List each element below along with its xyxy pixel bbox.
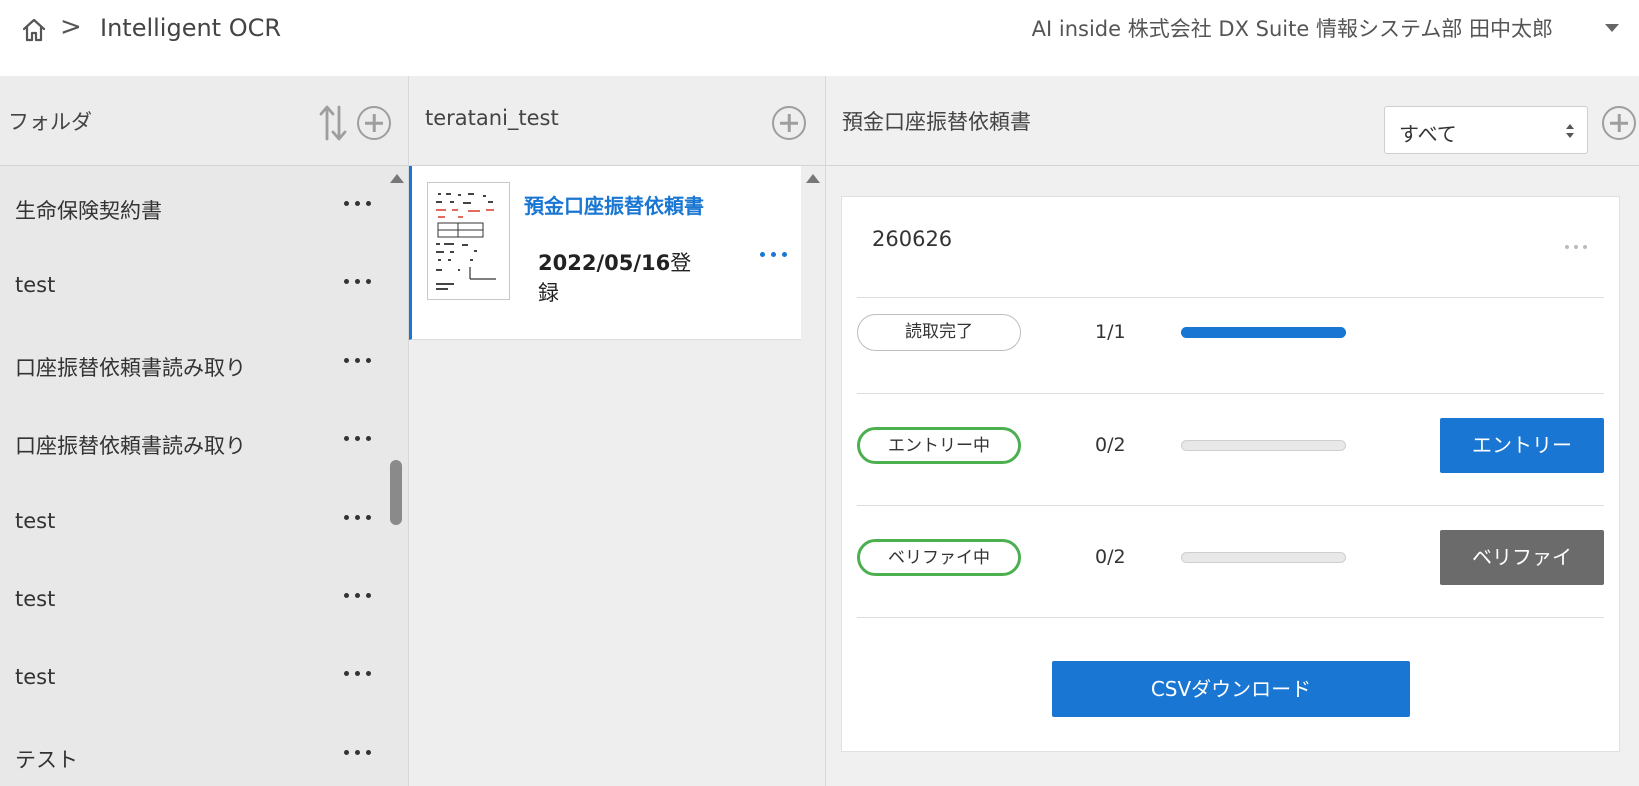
- status-row: 読取完了 1/1: [857, 302, 1604, 362]
- document-title[interactable]: 預金口座振替依頼書: [524, 190, 704, 219]
- folder-item[interactable]: test: [0, 249, 385, 327]
- folder-item[interactable]: 口座振替依頼書読み取り: [0, 328, 385, 406]
- document-thumbnail: [427, 182, 510, 300]
- user-info[interactable]: AI inside 株式会社 DX Suite 情報システム部 田中太郎: [1032, 13, 1553, 43]
- folder-column: フォルダ 生命保険契約書 test 口座振替依頼書読み取り 口座振替依頼書読み取り te…: [0, 76, 408, 786]
- folder-more-icon[interactable]: [344, 436, 371, 442]
- progress-bar-fill: [1181, 327, 1346, 338]
- divider: [857, 617, 1604, 618]
- page-title[interactable]: Intelligent OCR: [100, 14, 281, 42]
- divider: [857, 297, 1604, 298]
- folder-column-title: フォルダ: [8, 110, 92, 134]
- document-more-icon[interactable]: [760, 252, 787, 257]
- folder-label: test: [15, 665, 56, 690]
- status-row: ベリファイ中 0/2 ベリファイ: [857, 527, 1604, 587]
- status-badge: 読取完了: [857, 314, 1021, 351]
- caret-down-icon[interactable]: [1605, 24, 1619, 32]
- breadcrumb-separator: >: [60, 12, 82, 42]
- progress-bar: [1181, 327, 1346, 338]
- status-badge: ベリファイ中: [857, 539, 1021, 576]
- document-scrollbar[interactable]: [801, 166, 823, 786]
- status-row: エントリー中 0/2 エントリー: [857, 415, 1604, 475]
- document-date: 2022/05/16登録: [538, 248, 708, 308]
- status-filter-select[interactable]: すべて: [1384, 106, 1588, 154]
- folder-more-icon[interactable]: [344, 749, 371, 755]
- sort-icon[interactable]: [318, 104, 348, 142]
- folder-label: test: [15, 586, 56, 611]
- scroll-up-icon[interactable]: [390, 174, 404, 183]
- progress-bar: [1181, 552, 1346, 563]
- folder-more-icon[interactable]: [344, 592, 371, 598]
- folder-list: 生命保険契約書 test 口座振替依頼書読み取り 口座振替依頼書読み取り test tes…: [0, 166, 385, 786]
- folder-label: 口座振替依頼書読み取り: [15, 434, 246, 459]
- folder-label: テスト: [15, 747, 78, 772]
- csv-download-button[interactable]: CSVダウンロード: [1052, 661, 1410, 717]
- folder-label: test: [15, 508, 56, 533]
- folder-label: test: [15, 273, 56, 298]
- folder-item[interactable]: 生命保険契約書: [0, 171, 385, 249]
- folder-item[interactable]: test: [0, 485, 385, 563]
- folder-label: 口座振替依頼書読み取り: [15, 355, 246, 380]
- add-folder-button[interactable]: [357, 106, 391, 140]
- folder-more-icon[interactable]: [344, 514, 371, 520]
- folder-more-icon[interactable]: [344, 279, 371, 285]
- document-card[interactable]: 預金口座振替依頼書 2022/05/16登録: [409, 166, 801, 340]
- document-column-header: teratani_test: [409, 76, 825, 166]
- status-filter-value: すべて: [1399, 122, 1457, 146]
- folder-item[interactable]: test: [0, 563, 385, 641]
- folder-more-icon[interactable]: [344, 357, 371, 363]
- scroll-up-icon[interactable]: [806, 174, 820, 183]
- divider: [857, 505, 1604, 506]
- app-header: > Intelligent OCR AI inside 株式会社 DX Suit…: [0, 0, 1639, 76]
- folder-item[interactable]: 口座振替依頼書読み取り: [0, 406, 385, 484]
- add-job-button[interactable]: [1602, 106, 1636, 140]
- folder-item[interactable]: テスト: [0, 720, 385, 786]
- detail-column-header: 預金口座振替依頼書 すべて: [826, 76, 1639, 166]
- job-id: 260626: [872, 227, 953, 251]
- folder-scroll-thumb[interactable]: [390, 460, 402, 525]
- status-badge: エントリー中: [857, 427, 1021, 464]
- folder-scrollbar[interactable]: [385, 166, 407, 786]
- document-column-title: teratani_test: [425, 106, 559, 130]
- job-more-icon[interactable]: [1565, 245, 1587, 249]
- verify-button[interactable]: ベリファイ: [1440, 530, 1604, 585]
- folder-more-icon[interactable]: [344, 671, 371, 677]
- status-count: 0/2: [1095, 546, 1126, 568]
- select-arrows-icon: [1566, 124, 1574, 138]
- add-document-button[interactable]: [772, 106, 806, 140]
- entry-button[interactable]: エントリー: [1440, 418, 1604, 473]
- status-count: 0/2: [1095, 434, 1126, 456]
- divider: [857, 393, 1604, 394]
- home-icon[interactable]: [20, 16, 48, 44]
- job-card: 260626 読取完了 1/1 エントリー中 0/2 エントリー ベリファイ中 0/2 ベリフ…: [841, 196, 1620, 752]
- folder-label: 生命保険契約書: [15, 199, 162, 223]
- folder-column-header: フォルダ: [0, 76, 408, 166]
- detail-column: 預金口座振替依頼書 すべて 260626 読取完了 1/1 エントリー中 0/2 エント…: [825, 76, 1639, 786]
- document-date-value: 2022/05/16: [538, 251, 671, 275]
- status-count: 1/1: [1095, 321, 1126, 343]
- document-column: teratani_test 預金口座振替依頼書 2022/05/16登録: [408, 76, 825, 786]
- folder-item[interactable]: test: [0, 641, 385, 719]
- folder-more-icon[interactable]: [344, 201, 371, 206]
- detail-column-title: 預金口座振替依頼書: [842, 110, 1031, 134]
- progress-bar: [1181, 440, 1346, 451]
